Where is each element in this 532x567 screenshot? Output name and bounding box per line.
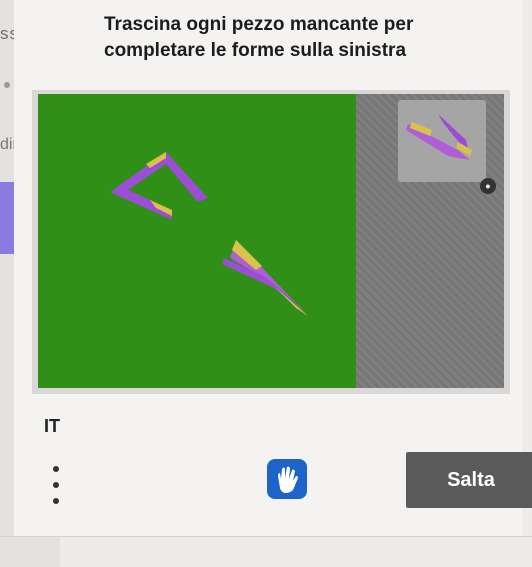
skip-button[interactable]: Salta: [406, 452, 532, 508]
draggable-piece[interactable]: [406, 114, 472, 160]
footer-divider: [0, 536, 532, 537]
shape-triangle-outline: [110, 152, 208, 220]
puzzle-canvas: ●: [38, 94, 504, 388]
hand-logo-icon: [267, 459, 307, 499]
vertical-dots-icon[interactable]: [50, 462, 64, 510]
captcha-instruction: Trascina ogni pezzo mancante per complet…: [104, 14, 414, 61]
captcha-dialog: Trascina ogni pezzo mancante per complet…: [14, 0, 532, 536]
puzzle-frame: ●: [32, 90, 510, 394]
shape-arrow: [222, 240, 308, 316]
lock-icon: ●: [480, 178, 496, 194]
language-selector[interactable]: IT: [44, 416, 60, 437]
puzzle-pieces: [110, 114, 472, 316]
